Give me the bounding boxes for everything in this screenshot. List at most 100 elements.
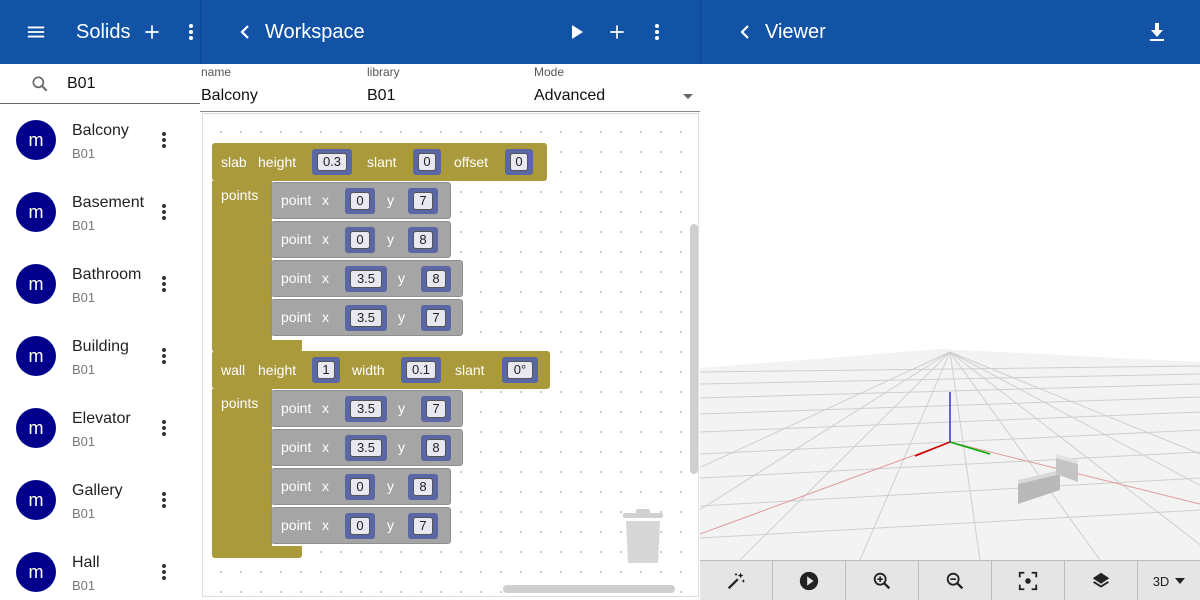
viewer-back-button[interactable] — [735, 20, 755, 44]
wall-block-body[interactable] — [212, 389, 272, 549]
library-field[interactable]: B01 — [367, 87, 395, 105]
y-input[interactable]: 8 — [408, 227, 438, 253]
y-input[interactable]: 8 — [421, 266, 451, 292]
x-input[interactable]: 0 — [345, 188, 375, 214]
number-field[interactable]: 8 — [413, 231, 433, 249]
wall-block-footer — [212, 546, 302, 558]
magic-wand-icon — [727, 572, 746, 590]
horizontal-scrollbar[interactable] — [503, 585, 675, 593]
viewer-canvas[interactable] — [700, 64, 1200, 560]
number-field[interactable]: 0 — [350, 192, 370, 210]
number-field[interactable]: 0.1 — [406, 361, 436, 379]
workspace-appbar: Workspace — [200, 0, 700, 64]
dropdown-arrow-icon[interactable] — [682, 93, 694, 101]
number-field[interactable]: 3.5 — [350, 400, 382, 418]
list-item-subtitle: B01 — [72, 146, 96, 161]
item-more-button[interactable] — [154, 488, 174, 512]
focus-button[interactable] — [992, 561, 1065, 600]
x-input[interactable]: 0 — [345, 474, 375, 500]
layers-icon — [1092, 572, 1110, 588]
solids-more-button[interactable] — [180, 20, 202, 44]
y-input[interactable]: 7 — [421, 305, 451, 331]
number-field[interactable]: 7 — [413, 517, 433, 535]
list-item-balcony[interactable]: m Balcony B01 — [0, 104, 200, 176]
x-input[interactable]: 3.5 — [345, 266, 387, 292]
plus-icon — [610, 25, 624, 39]
number-field[interactable]: 0 — [350, 517, 370, 535]
wall-slant-input[interactable]: 0° — [502, 357, 538, 383]
number-field[interactable]: 0 — [350, 231, 370, 249]
slab-block-body[interactable] — [212, 181, 272, 343]
solids-search[interactable]: B01 — [0, 64, 200, 104]
list-item-gallery[interactable]: m Gallery B01 — [0, 464, 200, 536]
slab-height-input[interactable]: 0.3 — [312, 149, 352, 175]
zoom-out-button[interactable] — [919, 561, 992, 600]
x-input[interactable]: 3.5 — [345, 396, 387, 422]
y-input[interactable]: 8 — [408, 474, 438, 500]
item-more-button[interactable] — [154, 344, 174, 368]
list-item-elevator[interactable]: m Elevator B01 — [0, 392, 200, 464]
item-more-button[interactable] — [154, 272, 174, 296]
number-field[interactable]: 0 — [350, 478, 370, 496]
number-field[interactable]: 0 — [418, 153, 436, 171]
list-item-hall[interactable]: m Hall B01 — [0, 536, 200, 600]
item-more-button[interactable] — [154, 560, 174, 584]
y-input[interactable]: 7 — [408, 188, 438, 214]
x-input[interactable]: 0 — [345, 227, 375, 253]
y-input[interactable]: 7 — [408, 513, 438, 539]
list-item-title: Elevator — [72, 410, 131, 427]
point-label: point — [281, 400, 312, 416]
y-input[interactable]: 7 — [421, 396, 451, 422]
list-item-building[interactable]: m Building B01 — [0, 320, 200, 392]
number-field[interactable]: 0 — [510, 153, 528, 171]
magic-wand-button[interactable] — [700, 561, 773, 600]
number-field[interactable]: 3.5 — [350, 270, 382, 288]
download-button[interactable] — [1145, 20, 1169, 44]
add-solid-button[interactable] — [140, 20, 164, 44]
item-more-button[interactable] — [154, 416, 174, 440]
slab-offset-input[interactable]: 0 — [505, 149, 533, 175]
x-input[interactable]: 0 — [345, 513, 375, 539]
x-label: x — [322, 400, 329, 416]
wall-width-label: width — [352, 362, 385, 378]
y-input[interactable]: 8 — [421, 435, 451, 461]
y-label: y — [398, 400, 405, 416]
trash-icon[interactable] — [621, 509, 665, 565]
number-field[interactable]: 3.5 — [350, 439, 382, 457]
item-more-button[interactable] — [154, 128, 174, 152]
list-item-basement[interactable]: m Basement B01 — [0, 176, 200, 248]
item-more-button[interactable] — [154, 200, 174, 224]
list-item-bathroom[interactable]: m Bathroom B01 — [0, 248, 200, 320]
number-field[interactable]: 1 — [317, 361, 335, 379]
number-field[interactable]: 7 — [426, 400, 446, 418]
number-field[interactable]: 8 — [413, 478, 433, 496]
slab-height-label: height — [258, 154, 297, 170]
x-input[interactable]: 3.5 — [345, 305, 387, 331]
x-input[interactable]: 3.5 — [345, 435, 387, 461]
vertical-scrollbar[interactable] — [690, 224, 698, 474]
add-block-button[interactable] — [605, 20, 629, 44]
workspace-back-button[interactable] — [235, 20, 255, 44]
y-label: y — [387, 517, 394, 533]
number-field[interactable]: 0.3 — [317, 153, 347, 171]
mode-select[interactable]: Advanced — [534, 87, 605, 105]
wall-width-input[interactable]: 0.1 — [401, 357, 441, 383]
search-input[interactable]: B01 — [67, 75, 95, 93]
view-mode-select[interactable]: 3D — [1138, 561, 1200, 600]
number-field[interactable]: 8 — [426, 270, 446, 288]
play-circle-button[interactable] — [773, 561, 846, 600]
wall-height-input[interactable]: 1 — [312, 357, 340, 383]
slab-slant-input[interactable]: 0 — [413, 149, 441, 175]
zoom-in-button[interactable] — [846, 561, 919, 600]
block-workspace[interactable]: slab height 0.3 slant 0 offset 0 points … — [202, 113, 699, 597]
number-field[interactable]: 7 — [413, 192, 433, 210]
angle-field[interactable]: 0° — [507, 361, 533, 379]
menu-button[interactable] — [24, 20, 48, 44]
number-field[interactable]: 7 — [426, 309, 446, 327]
number-field[interactable]: 8 — [426, 439, 446, 457]
workspace-more-button[interactable] — [645, 20, 669, 44]
layers-button[interactable] — [1065, 561, 1138, 600]
name-field[interactable]: Balcony — [201, 87, 258, 105]
run-button[interactable] — [565, 20, 589, 44]
number-field[interactable]: 3.5 — [350, 309, 382, 327]
